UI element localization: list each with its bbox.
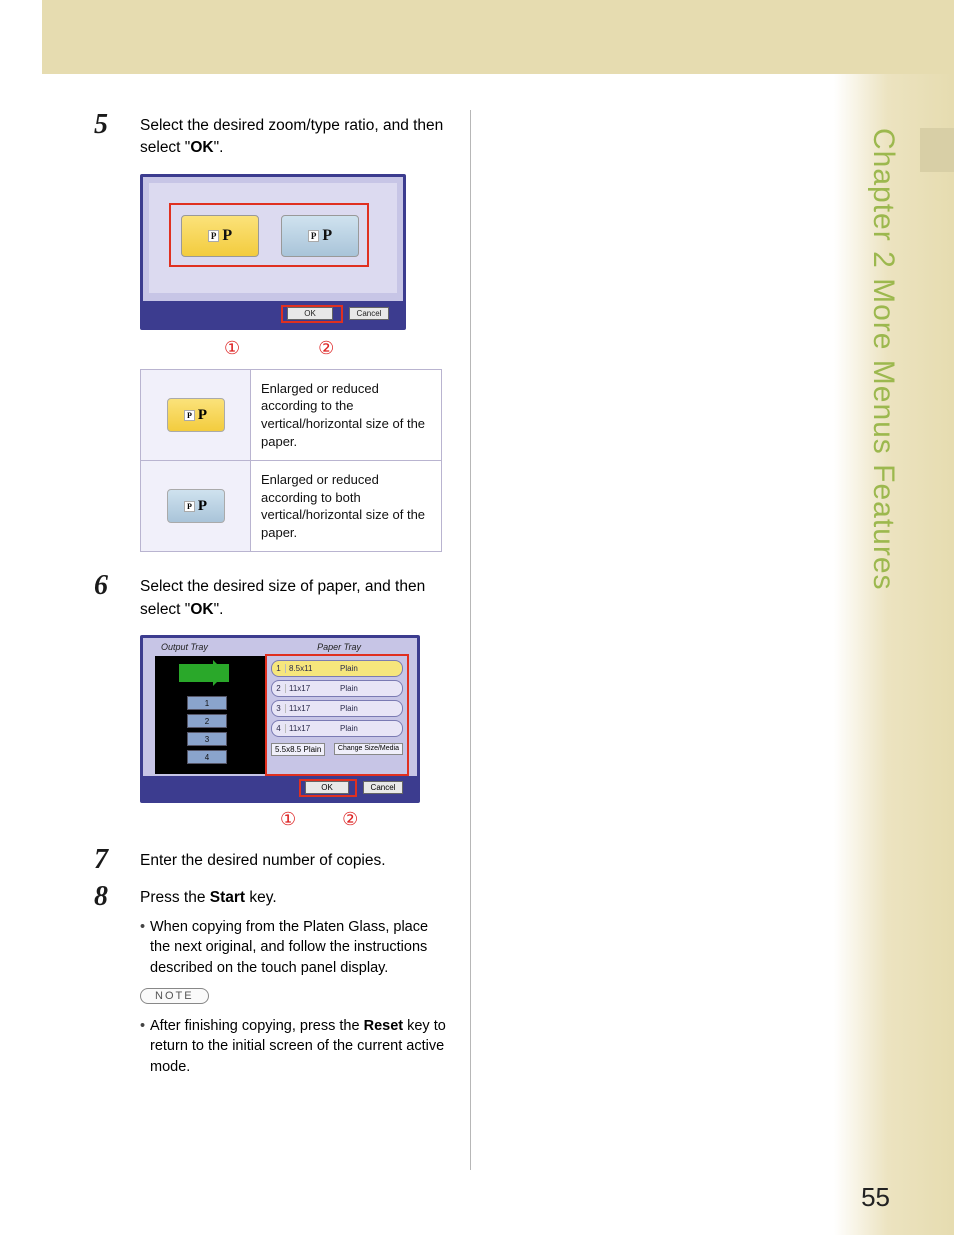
column-divider <box>470 110 471 1170</box>
output-arrow-icon <box>179 664 229 682</box>
icon-cell: PP <box>141 461 251 552</box>
marker-1: ① <box>280 809 296 830</box>
step-text: Select the desired size of paper, and th… <box>140 576 450 621</box>
text: Select the desired size of paper, and th… <box>140 578 425 617</box>
bullet-item: After finishing copying, press the Reset… <box>140 1016 450 1077</box>
tray-size: 11x17 <box>286 704 334 713</box>
ok-button[interactable]: OK <box>305 781 349 794</box>
tray-size: 11x17 <box>286 724 334 733</box>
text: ". <box>214 139 224 156</box>
cancel-button[interactable]: Cancel <box>363 781 403 794</box>
tray-type: Plain <box>334 664 402 673</box>
bold: OK <box>190 601 213 618</box>
tray-slot: 4 <box>187 750 227 764</box>
bypass-size[interactable]: 5.5x8.5 Plain <box>271 743 325 756</box>
page: Chapter 2 More Menus Features 55 5 Selec… <box>0 0 954 1235</box>
small-p-icon: P <box>208 230 220 242</box>
big-p-icon: P <box>222 227 232 245</box>
text: ". <box>214 601 224 618</box>
note-label: NOTE <box>140 988 209 1004</box>
step-number: 6 <box>94 570 108 602</box>
zoom-option-table: PP Enlarged or reduced according to the … <box>140 369 442 552</box>
text: Select the desired zoom/type ratio, and … <box>140 117 443 156</box>
chapter-title-vertical: Chapter 2 More Menus Features <box>860 128 900 748</box>
bold: Start <box>210 889 245 906</box>
tray-index: 3 <box>272 704 286 713</box>
desc-cell: Enlarged or reduced according to both ve… <box>251 461 442 552</box>
callout-markers: ① ② <box>140 809 450 830</box>
step-text: Press the Start key. <box>140 887 450 909</box>
header-band <box>42 0 954 74</box>
zoom-option-2-icon: PP <box>167 489 225 523</box>
figure-zoom-dialog: P P P P OK Cancel <box>140 174 406 330</box>
tray-index: 1 <box>272 664 286 673</box>
tray-diagram: 1 2 3 4 <box>155 656 265 774</box>
table-row: PP Enlarged or reduced according to the … <box>141 369 442 460</box>
tray-option[interactable]: 3 11x17 Plain <box>271 700 403 717</box>
change-size-button[interactable]: Change Size/Media <box>334 743 403 755</box>
tray-size: 8.5x11 <box>286 664 334 673</box>
paper-tray-label: Paper Tray <box>317 642 361 652</box>
tray-slot: 1 <box>187 696 227 710</box>
callout-markers: ① ② <box>140 338 450 359</box>
tray-list-highlight: 1 8.5x11 Plain 2 11x17 Plain 3 11x17 Pla… <box>265 654 409 776</box>
bullet-item: When copying from the Platen Glass, plac… <box>140 917 450 978</box>
tray-slot: 2 <box>187 714 227 728</box>
big-p-icon: P <box>322 227 332 245</box>
figure-paper-tray-dialog: Output Tray Paper Tray 1 2 3 4 1 8.5x11 … <box>140 635 420 803</box>
table-row: PP Enlarged or reduced according to both… <box>141 461 442 552</box>
text: After finishing copying, press the <box>150 1018 364 1034</box>
cancel-button[interactable]: Cancel <box>349 307 389 320</box>
text: key. <box>245 889 277 906</box>
zoom-option-2-button[interactable]: P P <box>281 215 359 257</box>
tray-type: Plain <box>334 704 402 713</box>
step-6: 6 Select the desired size of paper, and … <box>98 576 450 621</box>
desc-cell: Enlarged or reduced according to the ver… <box>251 369 442 460</box>
tray-type: Plain <box>334 724 402 733</box>
step-text: Select the desired zoom/type ratio, and … <box>140 115 450 160</box>
content-column: 5 Select the desired zoom/type ratio, an… <box>98 115 450 1091</box>
chapter-thumb-tab <box>920 128 954 172</box>
marker-2: ② <box>342 809 358 830</box>
tray-size: 11x17 <box>286 684 334 693</box>
zoom-option-1-button[interactable]: P P <box>181 215 259 257</box>
tray-type: Plain <box>334 684 402 693</box>
icon-cell: PP <box>141 369 251 460</box>
output-tray-label: Output Tray <box>161 642 208 652</box>
marker-2: ② <box>318 338 334 359</box>
tray-index: 2 <box>272 684 286 693</box>
bold: OK <box>190 139 213 156</box>
step-8: 8 Press the Start key. When copying from… <box>98 887 450 1077</box>
tray-option[interactable]: 4 11x17 Plain <box>271 720 403 737</box>
step-5: 5 Select the desired zoom/type ratio, an… <box>98 115 450 160</box>
step-text: Enter the desired number of copies. <box>140 850 450 872</box>
ok-button[interactable]: OK <box>287 307 333 320</box>
tray-option[interactable]: 2 11x17 Plain <box>271 680 403 697</box>
text: Press the <box>140 889 210 906</box>
step-7: 7 Enter the desired number of copies. <box>98 850 450 872</box>
tray-index: 4 <box>272 724 286 733</box>
bold: Reset <box>364 1018 404 1034</box>
zoom-option-1-icon: PP <box>167 398 225 432</box>
bypass-row: 5.5x8.5 Plain Change Size/Media <box>271 740 403 758</box>
small-p-icon: P <box>308 230 320 242</box>
page-number: 55 <box>861 1182 890 1213</box>
step-number: 8 <box>94 881 108 913</box>
tray-slot: 3 <box>187 732 227 746</box>
marker-1: ① <box>224 338 240 359</box>
step-number: 7 <box>94 844 108 876</box>
step-number: 5 <box>94 109 108 141</box>
tray-option[interactable]: 1 8.5x11 Plain <box>271 660 403 677</box>
